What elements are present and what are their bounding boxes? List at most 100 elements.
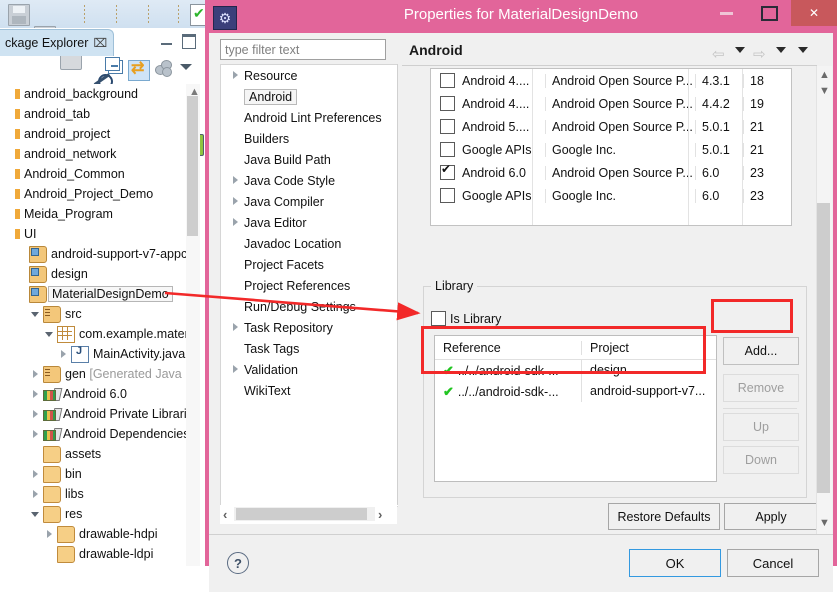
link-with-editor-button[interactable] (128, 58, 150, 81)
remove-button[interactable]: Remove (723, 374, 799, 402)
row-checkbox[interactable] (440, 162, 455, 180)
row-checkbox[interactable] (440, 96, 455, 111)
dialog-title-bar[interactable]: ⚙ Properties for MaterialDesignDemo ✕ (205, 0, 837, 33)
view-menu-icon[interactable] (180, 64, 201, 84)
category-item-android-lint-preferences[interactable]: Android Lint Preferences (221, 107, 398, 128)
library-row[interactable]: ✔ ../../android-sdk-... design (435, 360, 716, 381)
maximize-button[interactable] (747, 0, 792, 26)
row-checkbox[interactable] (440, 142, 455, 157)
tree-item[interactable]: android-support-v7-appcom (0, 244, 196, 264)
build-target-table[interactable]: Android 4.... Android Open Source P... 4.3… (430, 68, 792, 226)
help-icon[interactable]: ? (227, 552, 249, 574)
tree-item[interactable]: MainActivity.java (0, 344, 196, 364)
table-row[interactable]: Google APIs Google Inc. 5.0.1 21 (431, 138, 791, 161)
row-checkbox[interactable] (440, 188, 455, 203)
scroll-left-icon[interactable]: ‹ (223, 507, 227, 522)
tree-scrollbar-thumb[interactable] (187, 96, 198, 236)
back-arrow-icon[interactable]: ⇦ (712, 45, 725, 63)
tree-item[interactable]: gen [Generated Java Files (0, 364, 196, 384)
tree-item[interactable]: Android_Common (0, 164, 196, 184)
chevron-right-icon[interactable] (230, 217, 242, 228)
add-button[interactable]: Add... (723, 337, 799, 365)
category-item-resource[interactable]: Resource (221, 65, 398, 86)
tree-item[interactable]: libs (0, 484, 196, 504)
category-item-task-tags[interactable]: Task Tags (221, 338, 398, 359)
tree-item[interactable]: design (0, 264, 196, 284)
maximize-view-icon[interactable] (182, 34, 196, 49)
forward-dropdown-icon[interactable] (776, 47, 786, 53)
chevron-closed-icon[interactable] (44, 529, 55, 540)
scroll-down-small-icon[interactable]: ▼ (819, 85, 830, 97)
scroll-down-icon[interactable]: ▼ (819, 517, 830, 529)
category-item-android[interactable]: Android (221, 86, 398, 107)
apply-button[interactable]: Apply (724, 503, 818, 530)
minimize-view-icon[interactable] (161, 34, 172, 45)
tree-item[interactable]: Android Dependencies (0, 424, 196, 444)
chevron-right-icon[interactable] (230, 322, 242, 333)
category-item-java-editor[interactable]: Java Editor (221, 212, 398, 233)
table-row[interactable]: Android 4.... Android Open Source P... 4.3… (431, 69, 791, 92)
row-checkbox[interactable] (440, 119, 455, 134)
tree-item[interactable]: res (0, 504, 196, 524)
panel-scrollbar-thumb[interactable] (817, 203, 830, 493)
ok-button[interactable]: OK (629, 549, 721, 577)
category-item-wikitext[interactable]: WikiText (221, 380, 398, 401)
table-row[interactable]: Google APIs Google Inc. 6.0 23 (431, 184, 791, 207)
category-item-validation[interactable]: Validation (221, 359, 398, 380)
row-checkbox[interactable] (440, 73, 455, 88)
table-row[interactable]: Android 4.... Android Open Source P... 4.4… (431, 92, 791, 115)
tree-item[interactable]: Meida_Program (0, 204, 196, 224)
tree-item[interactable]: src (0, 304, 196, 324)
chevron-right-icon[interactable] (230, 175, 242, 186)
category-item-run-debug-settings[interactable]: Run/Debug Settings (221, 296, 398, 317)
collapse-all-button[interactable] (105, 57, 129, 80)
tree-item[interactable]: MaterialDesignDemo (0, 284, 196, 304)
chevron-closed-icon[interactable] (30, 409, 41, 420)
tree-item[interactable]: android_background (0, 84, 196, 104)
category-item-builders[interactable]: Builders (221, 128, 398, 149)
chevron-open-icon[interactable] (30, 309, 41, 320)
package-explorer-tree[interactable]: android_background android_tab android_pro… (0, 84, 196, 566)
chevron-closed-icon[interactable] (58, 349, 69, 360)
close-icon[interactable]: ⌧ (93, 36, 107, 50)
forward-arrow-icon[interactable]: ⇨ (753, 45, 766, 63)
spheres-icon[interactable] (155, 60, 176, 80)
tree-item[interactable]: android_project (0, 124, 196, 144)
chevron-right-icon[interactable] (230, 364, 242, 375)
scroll-up-icon[interactable]: ▲ (819, 69, 830, 81)
restore-defaults-button[interactable]: Restore Defaults (608, 503, 720, 530)
library-reference-table[interactable]: Reference Project ✔ ../../android-sdk-...… (434, 335, 717, 482)
tab-package-explorer[interactable]: ckage Explorer ⌧ (0, 29, 115, 56)
chevron-closed-icon[interactable] (30, 429, 41, 440)
chevron-closed-icon[interactable] (30, 489, 41, 500)
chevron-closed-icon[interactable] (30, 469, 41, 480)
back-dropdown-icon[interactable] (735, 47, 745, 53)
tree-item[interactable]: Android_Project_Demo (0, 184, 196, 204)
chevron-closed-icon[interactable] (30, 369, 41, 380)
view-menu-icon[interactable] (798, 47, 808, 53)
tree-item[interactable]: UI (0, 224, 196, 244)
chevron-right-icon[interactable] (230, 70, 242, 81)
library-row[interactable]: ✔ ../../android-sdk-... android-support-v7… (435, 381, 716, 402)
tree-item[interactable]: com.example.material (0, 324, 196, 344)
tree-item[interactable]: assets (0, 444, 196, 464)
table-row[interactable]: Android 6.0Android Open Source P...6.023 (431, 161, 791, 184)
tree-item[interactable]: Android Private Libraries (0, 404, 196, 424)
save-icon[interactable] (8, 4, 30, 26)
tree-item[interactable]: drawable-hdpi (0, 524, 196, 544)
category-item-java-code-style[interactable]: Java Code Style (221, 170, 398, 191)
minimize-button[interactable] (704, 0, 749, 26)
chevron-open-icon[interactable] (30, 509, 41, 520)
filter-input[interactable]: type filter text (220, 39, 386, 60)
category-item-project-facets[interactable]: Project Facets (221, 254, 398, 275)
down-button[interactable]: Down (723, 446, 799, 474)
chevron-closed-icon[interactable] (30, 389, 41, 400)
cancel-button[interactable]: Cancel (727, 549, 819, 577)
chevron-right-icon[interactable] (230, 196, 242, 207)
category-item-javadoc-location[interactable]: Javadoc Location (221, 233, 398, 254)
category-item-project-references[interactable]: Project References (221, 275, 398, 296)
chevron-open-icon[interactable] (44, 329, 55, 340)
up-button[interactable]: Up (723, 413, 799, 441)
table-row[interactable]: Android 5.... Android Open Source P... 5.0… (431, 115, 791, 138)
category-item-task-repository[interactable]: Task Repository (221, 317, 398, 338)
